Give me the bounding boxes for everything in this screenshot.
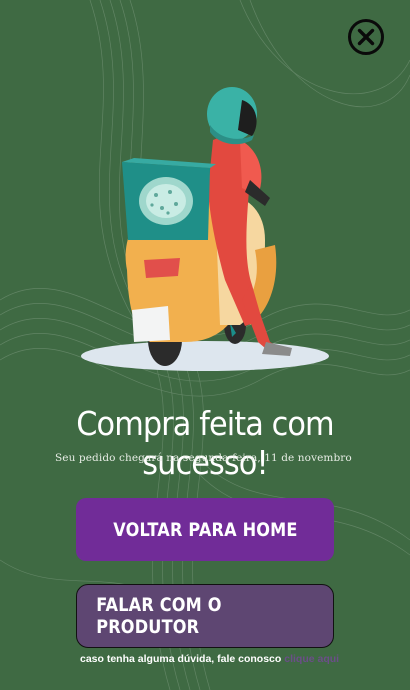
delivery-scooter-illustration: [81, 87, 329, 371]
delivery-date-subtitle: Seu pedido chegará na segunda-feira, 11 …: [55, 452, 352, 464]
help-footer: caso tenha alguma dúvida, fale conosco c…: [80, 653, 380, 665]
success-title: Compra feita com sucesso!: [76, 404, 334, 482]
help-text: caso tenha alguma dúvida, fale conosco: [80, 653, 282, 665]
contact-producer-button[interactable]: FALAR COM O PRODUTOR: [76, 584, 334, 648]
back-to-home-button[interactable]: VOLTAR PARA HOME: [76, 498, 334, 561]
help-link[interactable]: clique aqui: [284, 653, 339, 665]
close-icon[interactable]: [347, 18, 385, 56]
back-to-home-label: VOLTAR PARA HOME: [112, 518, 298, 541]
contact-producer-label: FALAR COM O PRODUTOR: [96, 594, 222, 638]
